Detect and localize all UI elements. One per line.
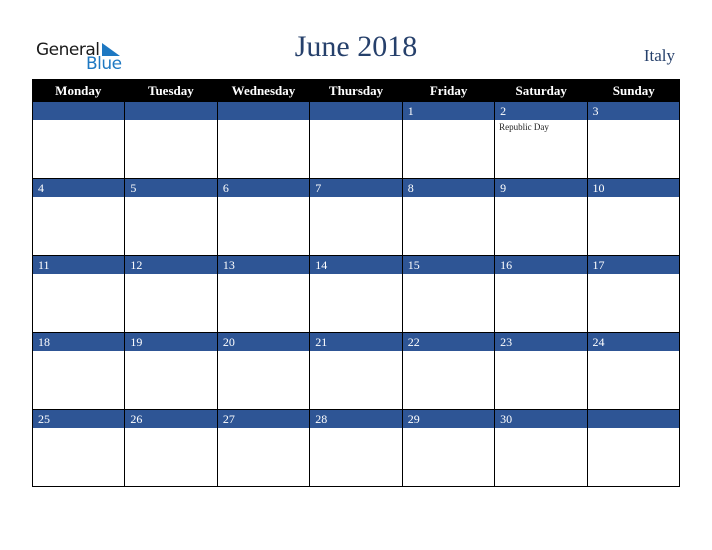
day-cell: 17 xyxy=(587,256,680,332)
day-number xyxy=(217,102,310,120)
day-number: 29 xyxy=(402,410,495,428)
day-cell xyxy=(217,102,311,178)
day-number: 16 xyxy=(495,256,587,274)
day-cell: 24 xyxy=(587,333,680,409)
day-number: 15 xyxy=(402,256,495,274)
day-number: 5 xyxy=(125,179,217,197)
day-number: 20 xyxy=(217,333,310,351)
weeks-container: 1 2 Republic Day 3 4 5 6 7 8 9 10 11 12 13 14 15 16 17 18 1… xyxy=(32,102,680,487)
day-number: 21 xyxy=(310,333,402,351)
weekday-wednesday: Wednesday xyxy=(231,83,296,98)
week-row: 4 5 6 7 8 9 10 xyxy=(32,179,680,256)
day-number: 24 xyxy=(587,333,679,351)
day-cell: 6 xyxy=(217,179,311,255)
day-cell xyxy=(587,410,680,486)
day-number: 19 xyxy=(125,333,217,351)
day-number: 7 xyxy=(310,179,402,197)
day-number: 3 xyxy=(587,102,679,120)
day-number: 14 xyxy=(310,256,402,274)
day-cell: 11 xyxy=(33,256,126,332)
day-cell: 25 xyxy=(33,410,126,486)
day-number: 30 xyxy=(495,410,587,428)
day-cell: 19 xyxy=(125,333,218,409)
day-number: 17 xyxy=(587,256,679,274)
day-cell xyxy=(33,102,126,178)
day-number: 12 xyxy=(125,256,217,274)
day-cell: 2 Republic Day xyxy=(495,102,588,178)
holiday-label: Republic Day xyxy=(499,122,549,132)
day-cell: 26 xyxy=(125,410,218,486)
day-cell: 15 xyxy=(402,256,496,332)
day-cell: 3 xyxy=(587,102,680,178)
day-cell: 20 xyxy=(217,333,311,409)
day-cell: 16 xyxy=(495,256,588,332)
day-number xyxy=(310,102,402,120)
day-number: 23 xyxy=(495,333,587,351)
day-cell: 1 xyxy=(402,102,496,178)
weekday-header-row: Monday Tuesday Wednesday Thursday Friday… xyxy=(32,79,680,102)
day-cell xyxy=(310,102,403,178)
day-number: 22 xyxy=(402,333,495,351)
week-row: 11 12 13 14 15 16 17 xyxy=(32,256,680,333)
day-number: 9 xyxy=(495,179,587,197)
day-cell: 21 xyxy=(310,333,403,409)
weekday-sunday: Sunday xyxy=(612,83,655,98)
day-number: 8 xyxy=(402,179,495,197)
day-cell: 18 xyxy=(33,333,126,409)
weekday-monday: Monday xyxy=(55,83,102,98)
day-number: 2 xyxy=(495,102,587,120)
day-cell: 9 xyxy=(495,179,588,255)
weekday-thursday: Thursday xyxy=(328,83,384,98)
day-cell: 27 xyxy=(217,410,311,486)
day-number: 4 xyxy=(33,179,125,197)
day-cell: 28 xyxy=(310,410,403,486)
calendar-title: June 2018 xyxy=(294,30,418,63)
day-cell: 8 xyxy=(402,179,496,255)
day-number: 6 xyxy=(217,179,310,197)
day-cell: 4 xyxy=(33,179,126,255)
day-cell xyxy=(125,102,218,178)
day-number: 1 xyxy=(402,102,495,120)
day-number xyxy=(587,410,679,428)
day-number: 26 xyxy=(125,410,217,428)
week-row: 25 26 27 28 29 30 xyxy=(32,410,680,487)
day-cell: 10 xyxy=(587,179,680,255)
day-number: 10 xyxy=(587,179,679,197)
day-cell: 30 xyxy=(495,410,588,486)
day-cell: 5 xyxy=(125,179,218,255)
weekday-friday: Friday xyxy=(429,83,468,98)
week-row: 1 2 Republic Day 3 xyxy=(32,102,680,179)
day-number: 18 xyxy=(33,333,125,351)
weekday-tuesday: Tuesday xyxy=(147,83,194,98)
day-number xyxy=(33,102,125,120)
day-number: 28 xyxy=(310,410,402,428)
day-number: 25 xyxy=(33,410,125,428)
day-cell: 23 xyxy=(495,333,588,409)
country-label: Italy xyxy=(643,46,675,65)
day-number: 27 xyxy=(217,410,310,428)
day-cell: 22 xyxy=(402,333,496,409)
week-row: 18 19 20 21 22 23 24 xyxy=(32,333,680,410)
day-number: 11 xyxy=(33,256,125,274)
calendar-grid: Monday Tuesday Wednesday Thursday Friday… xyxy=(32,79,680,487)
day-cell: 7 xyxy=(310,179,403,255)
weekday-saturday: Saturday xyxy=(515,83,567,98)
day-cell: 14 xyxy=(310,256,403,332)
day-cell: 29 xyxy=(402,410,496,486)
day-cell: 12 xyxy=(125,256,218,332)
day-number: 13 xyxy=(217,256,310,274)
day-number xyxy=(125,102,217,120)
day-cell: 13 xyxy=(217,256,311,332)
